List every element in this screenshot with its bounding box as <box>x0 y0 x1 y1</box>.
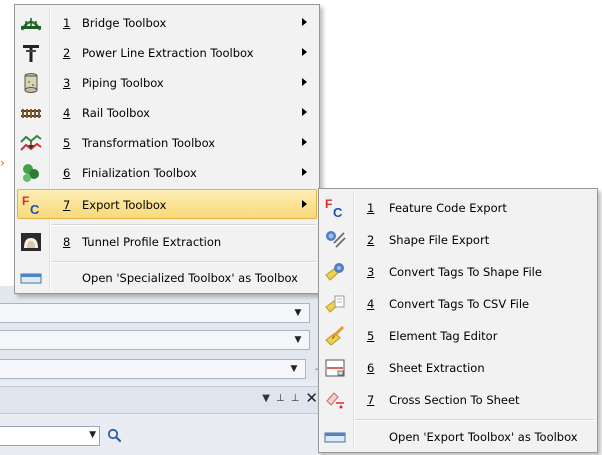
menu-item-number: 1 <box>367 201 375 215</box>
finalization-icon <box>23 164 39 182</box>
menu-item-number: 6 <box>63 166 71 180</box>
menu-item-number: 6 <box>367 361 375 375</box>
menu-item-label: Convert Tags To CSV File <box>389 297 530 311</box>
submenu-item-open-export-toolbox[interactable]: Open 'Export Toolbox' as Toolbox <box>321 422 595 452</box>
pin-icon[interactable]: ⊥ <box>276 392 285 406</box>
menu-item-number: 4 <box>63 106 71 120</box>
menu-item-label: Power Line Extraction Toolbox <box>82 46 254 60</box>
menu-item-label: Open 'Export Toolbox' as Toolbox <box>389 430 578 444</box>
pipe-icon <box>24 73 38 93</box>
menu-item-label: Bridge Toolbox <box>82 16 167 30</box>
menu-item-tunnel-profile-extraction[interactable]: 8 Tunnel Profile Extraction <box>17 227 317 257</box>
toolbox-window-icon <box>20 273 42 284</box>
sheet-extraction-icon <box>325 359 345 377</box>
menu-item-label: Piping Toolbox <box>82 76 164 90</box>
tunnel-icon <box>21 233 41 251</box>
menu-item-power-line-toolbox[interactable]: 2 Power Line Extraction Toolbox <box>17 38 317 68</box>
submenu-item-cross-section-to-sheet[interactable]: 7 Cross Section To Sheet <box>321 385 595 415</box>
menu-item-label: Tunnel Profile Extraction <box>82 235 222 249</box>
svg-text:F: F <box>22 194 29 208</box>
menu-item-finialization-toolbox[interactable]: 6 Finialization Toolbox <box>17 158 317 188</box>
close-icon[interactable]: ✕ <box>305 391 318 406</box>
pane-menu-arrow-icon[interactable]: ▼ <box>262 392 270 406</box>
tags-to-csv-icon <box>325 295 345 313</box>
transformation-icon <box>20 134 42 151</box>
chevron-down-icon[interactable]: ▼ <box>287 363 301 375</box>
submenu-item-sheet-extraction[interactable]: 6 Sheet Extraction <box>321 353 595 383</box>
menu-item-number: 2 <box>367 233 375 247</box>
power-pole-icon <box>23 45 39 62</box>
pane-title-bar: ▼ ⊥ ⊥ ✕ <box>0 386 326 414</box>
submenu-arrow-icon <box>302 78 307 86</box>
tag-editor-icon <box>325 325 345 346</box>
menu-item-piping-toolbox[interactable]: 3 Piping Toolbox <box>17 68 317 98</box>
menu-item-number: 2 <box>63 46 71 60</box>
expand-arrow-icon: › <box>0 156 5 170</box>
dropdown-field-3[interactable]: ▼ <box>0 359 306 379</box>
menu-item-number: 3 <box>63 76 71 90</box>
menu-item-label: Cross Section To Sheet <box>389 393 520 407</box>
submenu-arrow-icon <box>302 200 307 208</box>
menu-item-transformation-toolbox[interactable]: 5 Transformation Toolbox <box>17 128 317 158</box>
menu-item-label: Export Toolbox <box>82 198 167 212</box>
dropdown-field-1[interactable]: ▼ <box>0 303 310 323</box>
menu-item-bridge-toolbox[interactable]: 1 Bridge Toolbox <box>17 8 317 38</box>
menu-item-label: Finialization Toolbox <box>82 166 197 180</box>
submenu-item-shape-file-export[interactable]: 2 Shape File Export <box>321 225 595 255</box>
shape-file-icon <box>326 231 346 248</box>
menu-item-number: 4 <box>367 297 375 311</box>
submenu-item-element-tag-editor[interactable]: 5 Element Tag Editor <box>321 321 595 351</box>
search-icon[interactable] <box>105 427 123 445</box>
cross-section-icon <box>326 392 344 409</box>
toolbox-window-icon <box>324 432 346 443</box>
menu-item-number: 8 <box>63 235 71 249</box>
dock-pin-icon[interactable]: ⊥ <box>291 392 300 406</box>
tags-to-shape-icon <box>325 263 344 281</box>
feature-code-icon: F C <box>22 194 40 216</box>
menu-item-label: Feature Code Export <box>389 201 507 215</box>
menu-item-number: 1 <box>63 16 71 30</box>
dropdown-field-2[interactable]: ▼ <box>0 330 310 350</box>
submenu-item-feature-code-export[interactable]: F C 1 Feature Code Export <box>321 193 595 223</box>
specialized-toolbox-menu: 1 Bridge Toolbox 2 Power Line Extraction… <box>14 4 320 294</box>
menu-item-number: 7 <box>63 198 71 212</box>
svg-text:C: C <box>333 205 343 219</box>
menu-item-label: Shape File Export <box>389 233 490 247</box>
chevron-down-icon[interactable]: ▼ <box>291 334 305 346</box>
menu-item-label: Open 'Specialized Toolbox' as Toolbox <box>82 271 298 285</box>
submenu-arrow-icon <box>302 18 307 26</box>
submenu-item-convert-tags-to-csv-file[interactable]: 4 Convert Tags To CSV File <box>321 289 595 319</box>
chevron-down-icon[interactable]: ▼ <box>291 307 305 319</box>
menu-item-label: Rail Toolbox <box>82 106 150 120</box>
menu-item-open-specialized-toolbox[interactable]: Open 'Specialized Toolbox' as Toolbox <box>17 263 317 293</box>
chevron-down-icon[interactable]: ▼ <box>89 430 96 440</box>
menu-item-label: Sheet Extraction <box>389 361 485 375</box>
bridge-icon <box>20 18 42 31</box>
menu-item-number: 5 <box>367 329 375 343</box>
submenu-arrow-icon <box>302 138 307 146</box>
menu-item-label: Transformation Toolbox <box>82 136 216 150</box>
menu-item-number: 3 <box>367 265 375 279</box>
menu-item-rail-toolbox[interactable]: 4 Rail Toolbox <box>17 98 317 128</box>
submenu-item-convert-tags-to-shape-file[interactable]: 3 Convert Tags To Shape File <box>321 257 595 287</box>
pane-controls: ▼ ⊥ ⊥ ✕ <box>262 391 318 406</box>
svg-text:F: F <box>325 197 332 211</box>
rail-icon <box>21 109 41 118</box>
menu-item-number: 7 <box>367 393 375 407</box>
submenu-arrow-icon <box>302 48 307 56</box>
menu-separator <box>51 224 316 226</box>
svg-text:C: C <box>30 202 40 216</box>
menu-item-number: 5 <box>63 136 71 150</box>
menu-item-label: Element Tag Editor <box>389 329 498 343</box>
search-dropdown[interactable]: ▼ <box>0 426 100 446</box>
submenu-arrow-icon <box>302 168 307 176</box>
submenu-arrow-icon <box>302 108 307 116</box>
menu-separator <box>355 419 594 421</box>
feature-code-icon: F C <box>325 197 343 219</box>
export-toolbox-submenu: F C 1 Feature Code Export 2 Shape File E… <box>318 188 598 453</box>
menu-item-label: Convert Tags To Shape File <box>389 265 542 279</box>
menu-item-export-toolbox[interactable]: F C 7 Export Toolbox <box>17 189 317 219</box>
